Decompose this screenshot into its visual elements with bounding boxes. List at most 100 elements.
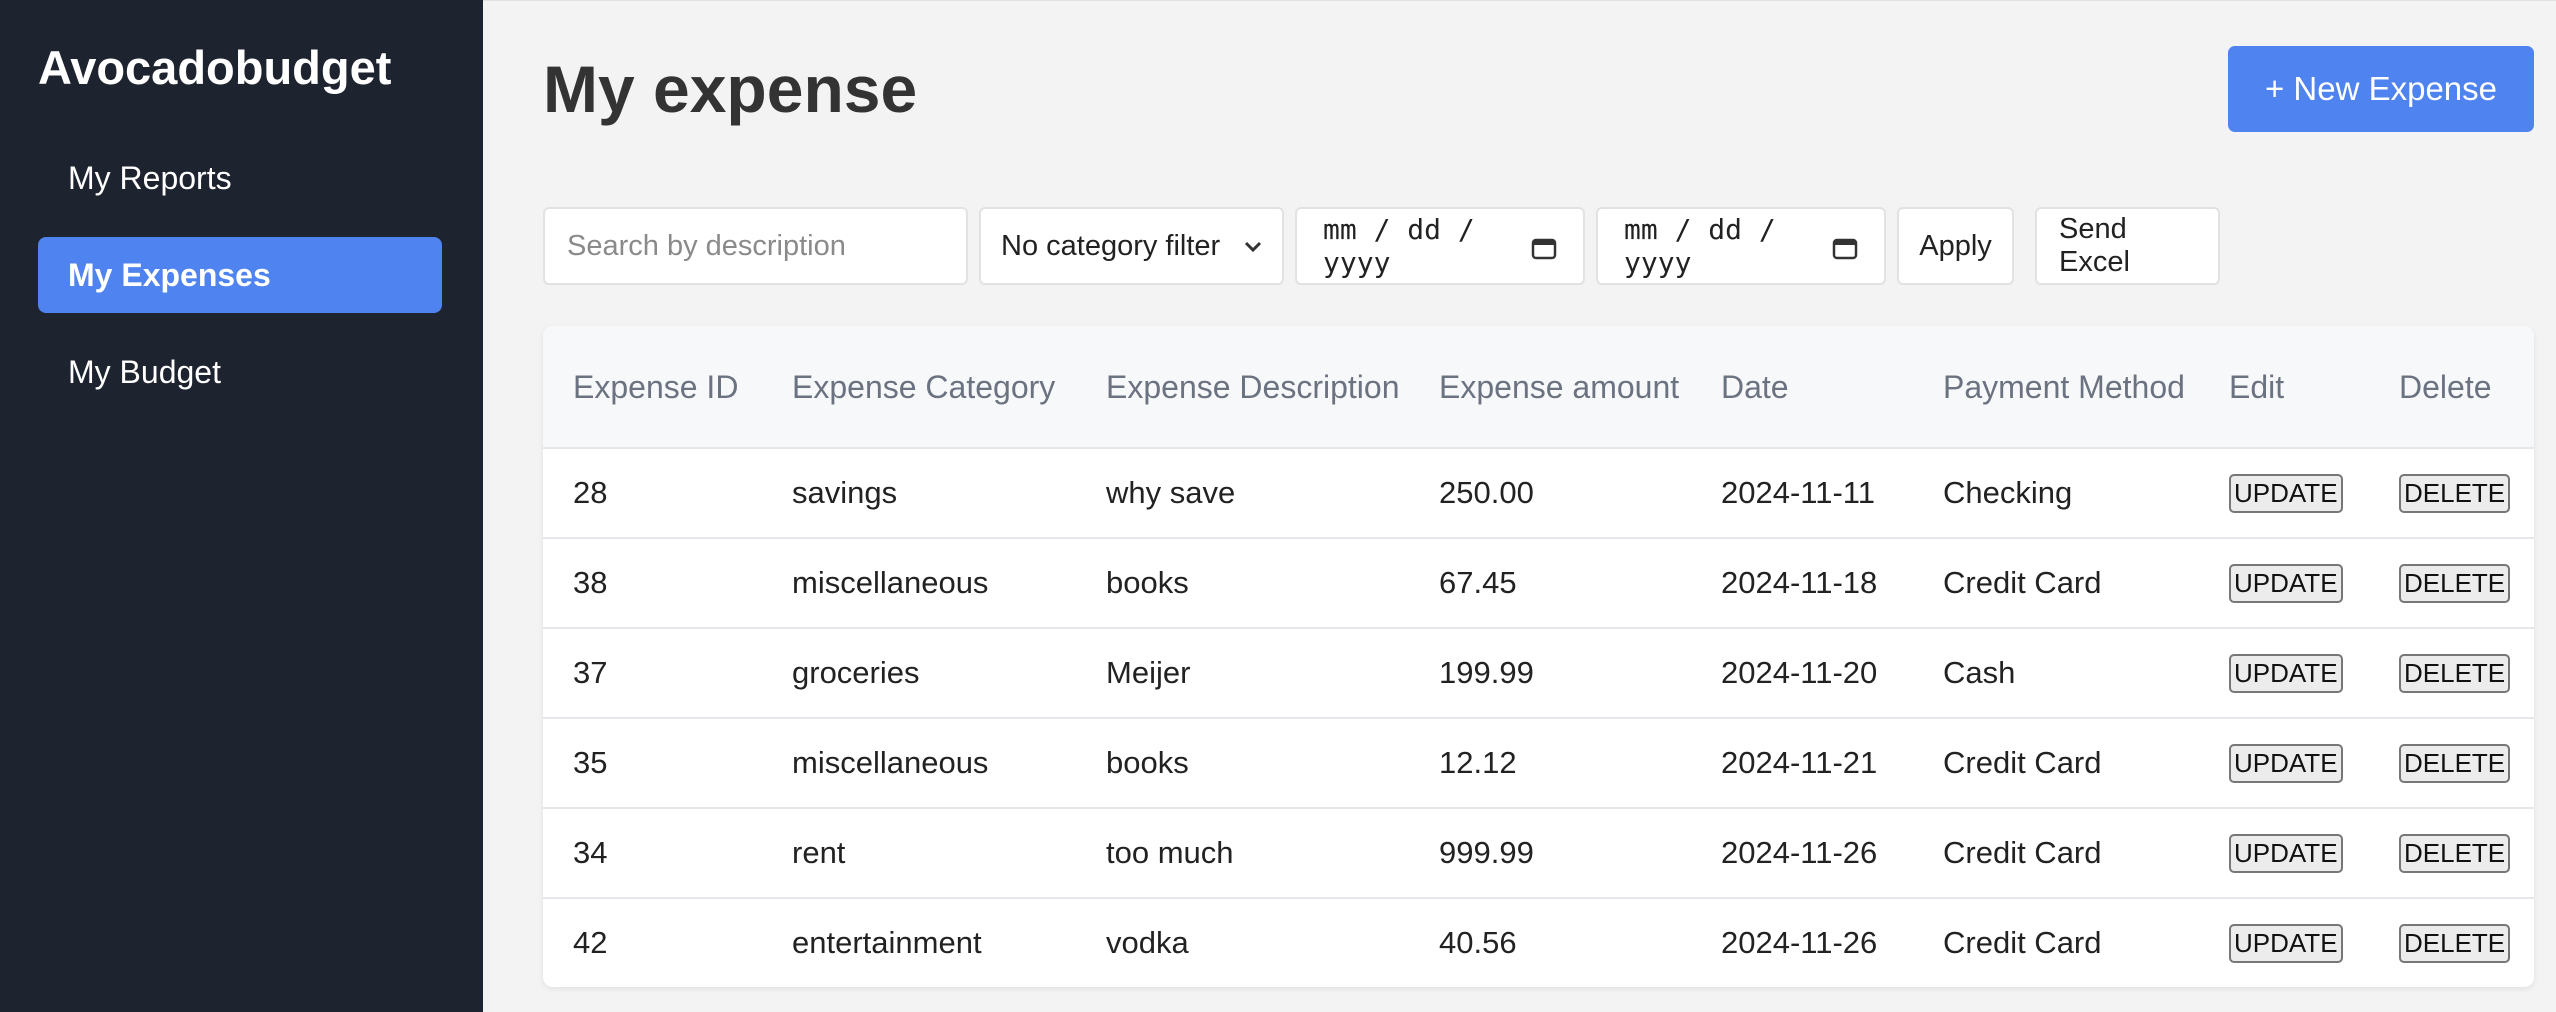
cell-amount: 67.45 xyxy=(1409,538,1691,629)
table-row: 34 rent too much 999.99 2024-11-26 Credi… xyxy=(543,808,2534,899)
search-field[interactable] xyxy=(543,207,968,285)
cell-edit: UPDATE xyxy=(2199,628,2369,719)
cell-category: entertainment xyxy=(792,925,982,960)
cell-delete: DELETE xyxy=(2369,448,2534,539)
update-button[interactable]: UPDATE xyxy=(2229,563,2343,603)
cell-category: miscellaneous xyxy=(762,718,1076,809)
cell-amount: 250.00 xyxy=(1409,448,1691,539)
header-expense-description: Expense Description xyxy=(1076,326,1409,449)
expense-table: Expense ID Expense Category Expense Desc… xyxy=(543,326,2534,987)
cell-category: miscellaneous xyxy=(762,538,1076,629)
delete-button[interactable]: DELETE xyxy=(2399,833,2511,873)
cell-delete: DELETE xyxy=(2369,538,2534,629)
header-expense-amount: Expense amount xyxy=(1409,326,1691,449)
new-expense-button[interactable]: + New Expense xyxy=(2228,46,2534,132)
header-edit: Edit xyxy=(2199,326,2369,449)
cell-method: Credit Card xyxy=(1913,718,2199,809)
cell-date: 2024-11-21 xyxy=(1691,718,1913,809)
cell-category: groceries xyxy=(762,628,1076,719)
cell-id: 34 xyxy=(543,808,762,899)
table-row: 38 miscellaneous books 67.45 2024-11-18 … xyxy=(543,538,2534,629)
category-filter-value: No category filter xyxy=(1001,229,1221,262)
filter-bar: No category filter mm / dd / yyyy mm / d… xyxy=(543,207,2534,285)
cell-id: 42 xyxy=(573,925,608,960)
table-header-row: Expense ID Expense Category Expense Desc… xyxy=(543,326,2534,449)
cell-description: why save xyxy=(1076,448,1409,539)
cell-amount: 199.99 xyxy=(1409,628,1691,719)
update-button[interactable]: UPDATE xyxy=(2229,743,2343,783)
update-button[interactable]: UPDATE xyxy=(2229,473,2343,513)
delete-button[interactable]: DELETE xyxy=(2399,743,2511,783)
expense-table-card: Expense ID Expense Category Expense Desc… xyxy=(543,326,2534,987)
cell-method: Credit Card xyxy=(1943,925,2102,960)
table-row: 37 groceries Meijer 199.99 2024-11-20 Ca… xyxy=(543,628,2534,719)
date-to-input[interactable]: mm / dd / yyyy xyxy=(1596,207,1886,285)
table-row: 35 miscellaneous books 12.12 2024-11-21 … xyxy=(543,718,2534,809)
cell-description: books xyxy=(1076,718,1409,809)
cell-delete: DELETE xyxy=(2369,898,2534,987)
cell-id: 38 xyxy=(543,538,762,629)
date-from-placeholder: mm / dd / yyyy xyxy=(1323,213,1475,279)
sidebar-item-my-reports[interactable]: My Reports xyxy=(38,140,442,216)
calendar-icon[interactable] xyxy=(1531,234,1557,260)
cell-method: Checking xyxy=(1913,448,2199,539)
main-content: My expense + New Expense No category fil… xyxy=(483,0,2556,1012)
cell-method: Cash xyxy=(1913,628,2199,719)
cell-id: 35 xyxy=(543,718,762,809)
cell-description: books xyxy=(1076,538,1409,629)
cell-edit: UPDATE xyxy=(2199,718,2369,809)
header-expense-id: Expense ID xyxy=(543,326,762,449)
update-button[interactable]: UPDATE xyxy=(2229,653,2343,693)
cell-id: 37 xyxy=(543,628,762,719)
app: Avocadobudget My Reports My Expenses My … xyxy=(0,0,2556,1012)
header-delete: Delete xyxy=(2369,326,2534,449)
date-from-input[interactable]: mm / dd / yyyy xyxy=(1295,207,1585,285)
cell-method: Credit Card xyxy=(1913,808,2199,899)
cell-amount: 999.99 xyxy=(1409,808,1691,899)
cell-edit: UPDATE xyxy=(2199,538,2369,629)
page-header: My expense + New Expense xyxy=(543,1,2534,207)
brand-title: Avocadobudget xyxy=(38,41,392,94)
search-input[interactable] xyxy=(565,228,966,264)
apply-button[interactable]: Apply xyxy=(1897,207,2014,285)
header-expense-category: Expense Category xyxy=(762,326,1076,449)
cell-description: Meijer xyxy=(1076,628,1409,719)
cell-id: 28 xyxy=(543,448,762,539)
cell-edit: UPDATE xyxy=(2199,808,2369,899)
cell-date: 2024-11-11 xyxy=(1691,448,1913,539)
sidebar-item-my-expenses[interactable]: My Expenses xyxy=(38,237,442,313)
cell-delete: DELETE xyxy=(2369,808,2534,899)
cell-date: 2024-11-26 xyxy=(1721,925,1878,960)
cell-amount: 40.56 xyxy=(1439,925,1517,960)
category-filter-select[interactable]: No category filter xyxy=(979,207,1284,285)
cell-date: 2024-11-18 xyxy=(1691,538,1913,629)
chevron-down-icon xyxy=(1244,233,1262,259)
cell-date: 2024-11-26 xyxy=(1691,808,1913,899)
cell-edit: UPDATE xyxy=(2199,448,2369,539)
cell-edit: UPDATE xyxy=(2199,898,2369,987)
cell-description: vodka xyxy=(1106,925,1189,960)
delete-button[interactable]: DELETE xyxy=(2399,473,2511,513)
cell-date: 2024-11-20 xyxy=(1691,628,1913,719)
cell-category: savings xyxy=(762,448,1076,539)
delete-button[interactable]: DELETE xyxy=(2399,653,2511,693)
table-row: 42 entertainment vodka 40.56 2024-11-26 … xyxy=(543,898,2534,987)
delete-button[interactable]: DELETE xyxy=(2399,923,2511,963)
delete-button[interactable]: DELETE xyxy=(2399,563,2511,603)
cell-amount: 12.12 xyxy=(1409,718,1691,809)
update-button[interactable]: UPDATE xyxy=(2229,833,2343,873)
cell-delete: DELETE xyxy=(2369,628,2534,719)
header-date: Date xyxy=(1691,326,1913,449)
sidebar-item-my-budget[interactable]: My Budget xyxy=(38,334,442,410)
cell-method: Credit Card xyxy=(1913,538,2199,629)
cell-category: rent xyxy=(762,808,1076,899)
send-excel-button[interactable]: Send Excel xyxy=(2035,207,2220,285)
calendar-icon[interactable] xyxy=(1832,234,1858,260)
header-payment-method: Payment Method xyxy=(1913,326,2199,449)
sidebar: Avocadobudget My Reports My Expenses My … xyxy=(0,0,483,1012)
update-button[interactable]: UPDATE xyxy=(2229,923,2343,963)
page-title: My expense xyxy=(543,52,918,126)
table-row: 28 savings why save 250.00 2024-11-11 Ch… xyxy=(543,448,2534,539)
cell-description: too much xyxy=(1076,808,1409,899)
cell-delete: DELETE xyxy=(2369,718,2534,809)
